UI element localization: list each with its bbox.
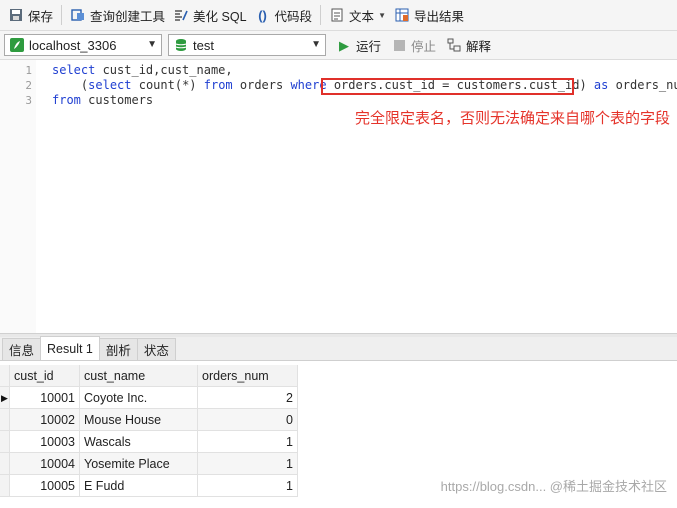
column-header[interactable]: orders_num (198, 365, 298, 387)
code-line-3: from customers (52, 93, 153, 108)
sql-text: orders (232, 78, 291, 92)
query-builder-button[interactable]: 查询创建工具 (66, 3, 169, 27)
sql-keyword: from (203, 78, 233, 92)
highlight-box (321, 78, 574, 95)
query-builder-label: 查询创建工具 (90, 9, 166, 24)
sql-text: cust_id,cust_name, (95, 63, 233, 77)
table-row[interactable]: 10004 Yosemite Place 1 (0, 453, 298, 475)
code-snippet-icon: () (258, 7, 267, 23)
line-number-gutter: 1 2 3 (0, 60, 36, 333)
stop-label: 停止 (411, 39, 437, 54)
connection-bar: localhost_3306 ▼ test ▼ ▶ 运行 停止 解释 (0, 31, 677, 60)
chevron-down-icon: ▼ (147, 39, 157, 50)
play-icon: ▶ (339, 37, 349, 53)
cell-cust-id[interactable]: 10004 (10, 453, 80, 475)
row-header (0, 453, 10, 475)
table-row[interactable]: 10002 Mouse House 0 (0, 409, 298, 431)
tab-profile[interactable]: 剖析 (98, 338, 138, 360)
tab-status[interactable]: 状态 (136, 338, 176, 360)
explain-button[interactable]: 解释 (446, 36, 491, 55)
server-name: localhost_3306 (29, 37, 117, 53)
cell-cust-name[interactable]: E Fudd (80, 475, 198, 497)
sql-text: customers (80, 93, 154, 107)
save-icon (8, 7, 24, 23)
database-icon (173, 37, 189, 53)
table-row[interactable]: ▶ 10001 Coyote Inc. 2 (0, 387, 298, 409)
cell-cust-id[interactable]: 10002 (10, 409, 80, 431)
beautify-icon (173, 7, 189, 23)
line-number: 1 (25, 64, 32, 77)
table-row[interactable]: 10005 E Fudd 1 (0, 475, 298, 497)
cell-orders-num[interactable]: 1 (198, 475, 298, 497)
cell-cust-id[interactable]: 10001 (10, 387, 80, 409)
run-label: 运行 (356, 39, 382, 54)
toolbar-divider (61, 5, 63, 25)
code-line-1: select cust_id,cust_name, (52, 63, 233, 78)
cell-orders-num[interactable]: 1 (198, 431, 298, 453)
run-button[interactable]: ▶ 运行 (336, 36, 381, 55)
sql-indent (52, 78, 81, 92)
beautify-sql-button[interactable]: 美化 SQL (169, 3, 251, 27)
watermark: https://blog.csdn... @稀土掘金技术社区 (440, 479, 667, 494)
sql-keyword: select (52, 63, 96, 77)
stop-button[interactable]: 停止 (391, 36, 436, 55)
toolbar-divider (320, 5, 322, 25)
sql-text: count(*) (131, 78, 204, 92)
row-header (0, 431, 10, 453)
chevron-down-icon: ▼ (311, 39, 321, 50)
line-number: 3 (25, 94, 32, 107)
server-select[interactable]: localhost_3306 ▼ (4, 34, 162, 56)
main-toolbar: 保存 查询创建工具 美化 SQL () 代码段 文本 ▼ 导出结果 (0, 0, 677, 31)
column-header[interactable]: cust_id (10, 365, 80, 387)
cell-cust-name[interactable]: Mouse House (80, 409, 198, 431)
code-snippet-label: 代码段 (274, 9, 313, 24)
text-mode-label: 文本 (349, 9, 375, 24)
row-header (0, 475, 10, 497)
sql-editor[interactable]: 1 2 3 select cust_id,cust_name, (select … (0, 60, 677, 333)
export-icon (394, 7, 410, 23)
stop-icon (391, 37, 407, 53)
row-header-corner (0, 365, 10, 387)
row-header (0, 409, 10, 431)
tab-info[interactable]: 信息 (2, 338, 42, 360)
chevron-down-icon[interactable]: ▼ (378, 11, 386, 20)
database-name: test (193, 37, 214, 53)
cell-orders-num[interactable]: 2 (198, 387, 298, 409)
beautify-sql-label: 美化 SQL (193, 9, 247, 24)
tab-result-1[interactable]: Result 1 (40, 336, 100, 360)
annotation-note: 完全限定表名，否则无法确定来自哪个表的字段 (355, 110, 671, 127)
cell-orders-num[interactable]: 0 (198, 409, 298, 431)
result-tabs: 信息 Result 1 剖析 状态 (0, 336, 677, 361)
cell-cust-id[interactable]: 10005 (10, 475, 80, 497)
sql-keyword: select (88, 78, 132, 92)
text-doc-icon (329, 7, 345, 23)
cell-orders-num[interactable]: 1 (198, 453, 298, 475)
cell-cust-name[interactable]: Coyote Inc. (80, 387, 198, 409)
query-builder-icon (70, 7, 86, 23)
current-row-indicator-icon: ▶ (0, 387, 10, 409)
sql-keyword: as (593, 78, 609, 92)
export-results-button[interactable]: 导出结果 (390, 3, 468, 27)
server-icon (9, 37, 25, 53)
explain-label: 解释 (466, 39, 492, 54)
sql-keyword: from (52, 93, 81, 107)
cell-cust-id[interactable]: 10003 (10, 431, 80, 453)
database-select[interactable]: test ▼ (168, 34, 326, 56)
save-button[interactable]: 保存 (4, 3, 57, 27)
sql-text: orders_num (615, 78, 677, 92)
export-results-label: 导出结果 (413, 9, 464, 24)
save-label: 保存 (28, 9, 54, 24)
cell-cust-name[interactable]: Yosemite Place (80, 453, 198, 475)
cell-cust-name[interactable]: Wascals (80, 431, 198, 453)
explain-icon (446, 37, 462, 53)
line-number: 2 (25, 79, 32, 92)
table-row[interactable]: 10003 Wascals 1 (0, 431, 298, 453)
grid-header-row: cust_id cust_name orders_num (0, 365, 298, 387)
sql-text: ) (579, 78, 594, 92)
text-mode-button[interactable]: 文本 ▼ (325, 3, 390, 27)
column-header[interactable]: cust_name (80, 365, 198, 387)
code-snippet-button[interactable]: () 代码段 (251, 3, 317, 27)
